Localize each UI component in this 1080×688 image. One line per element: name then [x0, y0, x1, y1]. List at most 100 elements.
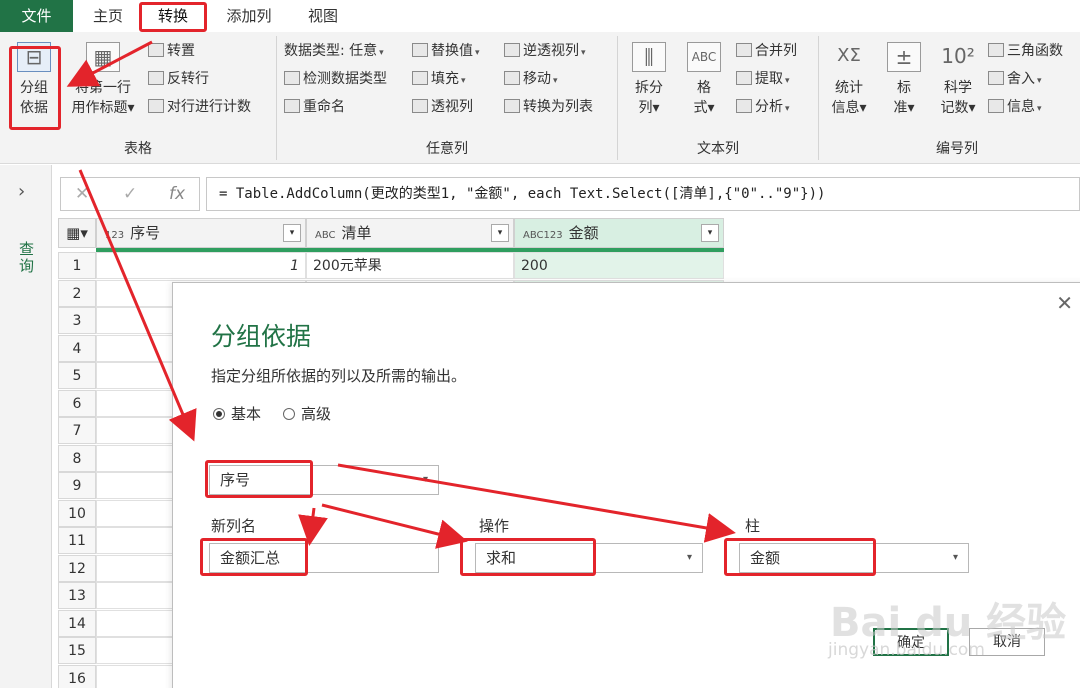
expand-chevron-icon[interactable]: › — [18, 181, 25, 202]
standard-button[interactable]: ± 标 准▾ — [882, 42, 926, 118]
detect-type-button[interactable]: 检测数据类型 — [284, 70, 387, 88]
operation-select[interactable]: 求和 ▾ — [475, 543, 703, 573]
operation-label: 操作 — [479, 517, 510, 535]
cancel-formula-icon[interactable]: ✕ — [75, 184, 89, 204]
unpivot-button[interactable]: 逆透视列 ▾ — [504, 42, 586, 62]
row-number[interactable]: 4 — [58, 334, 96, 362]
row-number[interactable]: 1 — [58, 252, 96, 279]
ribbon-tab-bar: 文件 主页 转换 添加列 视图 — [0, 0, 1080, 32]
scientific-label-2: 记数▾ — [940, 100, 976, 116]
tab-file[interactable]: 文件 — [0, 0, 73, 32]
count-rows-button[interactable]: 对行进行计数 — [148, 98, 251, 116]
standard-label-2: 准▾ — [893, 100, 915, 116]
row-number[interactable]: 9 — [58, 472, 96, 499]
merge-columns-button[interactable]: 合并列 — [736, 42, 797, 60]
radio-basic[interactable]: 基本 — [213, 403, 261, 424]
filter-dropdown-icon[interactable]: ▾ — [491, 224, 509, 242]
row-number[interactable]: 8 — [58, 444, 96, 472]
fx-icon[interactable]: fx — [169, 184, 185, 204]
info-button[interactable]: 信息 ▾ — [988, 98, 1042, 118]
parse-button[interactable]: 分析 ▾ — [736, 98, 790, 118]
move-icon — [504, 71, 520, 85]
tab-add-column[interactable]: 添加列 — [218, 0, 280, 32]
radio-selected-icon — [213, 408, 225, 420]
row-number[interactable]: 16 — [58, 664, 96, 688]
group-label-number-column: 编号列 — [936, 141, 978, 157]
ribbon: ⊟ 分组 依据 ▦ 将第一行 用作标题▾ 转置 反转行 对行进行计数 表格 数据… — [0, 32, 1080, 164]
group-label-table: 表格 — [124, 141, 152, 157]
replace-values-button[interactable]: 替换值 ▾ — [412, 42, 480, 62]
group-column-select[interactable]: 序号 ▾ — [209, 465, 439, 495]
move-button[interactable]: 移动 ▾ — [504, 70, 558, 90]
count-rows-icon — [148, 99, 164, 113]
queries-pane-label[interactable]: 查询 — [16, 241, 37, 275]
rename-button[interactable]: 重命名 — [284, 98, 345, 116]
column-header-amount[interactable]: ABC123 金额 ▾ — [514, 218, 724, 248]
use-first-row-button[interactable]: ▦ 将第一行 用作标题▾ — [64, 42, 142, 118]
table-cell[interactable]: 200元苹果 — [306, 252, 514, 279]
convert-to-list-button[interactable]: 转换为列表 — [504, 98, 593, 116]
scientific-button[interactable]: 10² 科学 记数▾ — [934, 42, 982, 118]
tab-home[interactable]: 主页 — [86, 0, 130, 32]
filter-dropdown-icon[interactable]: ▾ — [701, 224, 719, 242]
table-menu-icon[interactable]: ▦▾ — [58, 218, 96, 248]
info-icon — [988, 99, 1004, 113]
scientific-icon: 10² — [941, 44, 975, 68]
pivot-button[interactable]: 透视列 — [412, 98, 473, 116]
reverse-rows-button[interactable]: 反转行 — [148, 70, 209, 88]
watermark-url: jingyan.baidu.com — [828, 640, 985, 660]
row-number[interactable]: 13 — [58, 582, 96, 609]
row-number[interactable]: 7 — [58, 417, 96, 444]
confirm-formula-icon[interactable]: ✓ — [123, 184, 137, 204]
fill-button[interactable]: 填充 ▾ — [412, 70, 466, 90]
merge-columns-icon — [736, 43, 752, 57]
format-label-2: 式▾ — [693, 100, 715, 116]
new-column-name-input[interactable]: 金额汇总 — [209, 543, 439, 573]
row-number[interactable]: 15 — [58, 637, 96, 664]
row-number[interactable]: 12 — [58, 554, 96, 582]
row-number[interactable]: 6 — [58, 389, 96, 417]
data-type-dropdown[interactable]: 数据类型: 任意 ▾ — [284, 42, 384, 62]
column-select[interactable]: 金额 ▾ — [739, 543, 969, 573]
scientific-label-1: 科学 — [944, 80, 972, 96]
split-column-button[interactable]: ⫼ 拆分 列▾ — [626, 42, 672, 118]
column-header-list[interactable]: ABC 清单 ▾ — [306, 218, 514, 248]
group-by-button[interactable]: ⊟ 分组 依据 — [10, 42, 58, 118]
row-number[interactable]: 10 — [58, 499, 96, 527]
tab-view[interactable]: 视图 — [298, 0, 348, 32]
radio-unselected-icon — [283, 408, 295, 420]
queries-pane: › 查询 — [0, 165, 52, 688]
convert-to-list-icon — [504, 99, 520, 113]
transpose-button[interactable]: 转置 — [148, 42, 195, 60]
formula-input[interactable]: = Table.AddColumn(更改的类型1, "金额", each Tex… — [206, 177, 1080, 211]
group-label-any-column: 任意列 — [426, 141, 468, 157]
type-text-icon: ABC — [315, 230, 336, 241]
group-by-label-2: 依据 — [20, 100, 48, 116]
radio-advanced[interactable]: 高级 — [283, 403, 331, 424]
filter-dropdown-icon[interactable]: ▾ — [283, 224, 301, 242]
unpivot-icon — [504, 43, 520, 57]
reverse-rows-icon — [148, 71, 164, 85]
column-header-seq[interactable]: 123 序号 ▾ — [96, 218, 306, 248]
format-label-1: 格 — [697, 80, 711, 96]
table-cell[interactable]: 1 — [96, 252, 306, 279]
transpose-icon — [148, 43, 164, 57]
statistics-button[interactable]: XΣ 统计 信息▾ — [826, 42, 872, 118]
trig-icon — [988, 43, 1004, 57]
rounding-button[interactable]: 舍入 ▾ — [988, 70, 1042, 90]
tab-transform[interactable]: 转换 — [140, 0, 206, 32]
use-first-row-label-1: 将第一行 — [75, 80, 131, 96]
row-number[interactable]: 3 — [58, 307, 96, 334]
trig-button[interactable]: 三角函数 — [988, 42, 1063, 60]
row-number[interactable]: 5 — [58, 362, 96, 389]
close-icon[interactable]: ✕ — [1056, 291, 1073, 315]
row-number[interactable]: 14 — [58, 609, 96, 637]
format-button[interactable]: ABC 格 式▾ — [682, 42, 726, 118]
table-cell[interactable]: 200 — [514, 252, 724, 279]
extract-button[interactable]: 提取 ▾ — [736, 70, 790, 90]
replace-values-icon — [412, 43, 428, 57]
statistics-label-2: 信息▾ — [831, 100, 867, 116]
row-number[interactable]: 11 — [58, 527, 96, 554]
group-by-label-1: 分组 — [20, 80, 48, 96]
row-number[interactable]: 2 — [58, 279, 96, 307]
